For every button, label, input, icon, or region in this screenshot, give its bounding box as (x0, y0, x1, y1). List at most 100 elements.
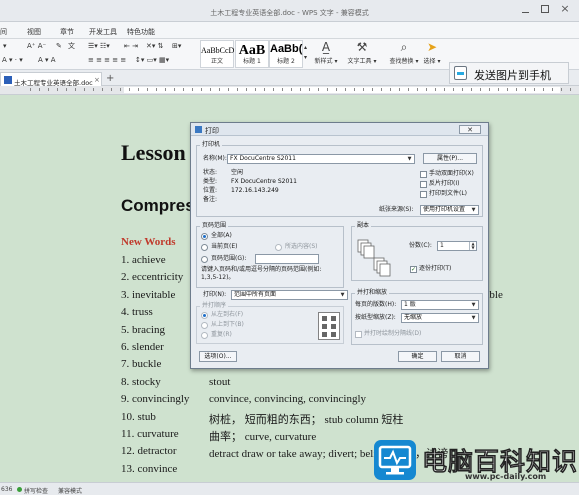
printer-properties-button[interactable]: 属性(P)... (423, 153, 477, 164)
horizontal-ruler[interactable] (0, 86, 579, 95)
left-to-right-radio[interactable] (201, 312, 208, 319)
tab-close-icon[interactable]: × (94, 76, 100, 84)
font-name-dropdown[interactable]: ▾ (3, 41, 7, 51)
watermark-url: www.pc-daily.com (465, 472, 547, 481)
all-pages-radio[interactable] (201, 233, 208, 240)
ruler-tick (507, 88, 508, 91)
menu-item-features[interactable]: 特色功能 (127, 27, 155, 37)
spell-check-icon (17, 487, 22, 492)
monitor-logo-icon (374, 440, 416, 480)
font-size-buttons[interactable]: A⁺ A⁻ (27, 41, 46, 51)
indent-icon[interactable]: ⇤ ⇥ (124, 41, 138, 51)
ruler-tick (480, 88, 481, 91)
page-range-hint: 请键入页码和/或用逗号分隔的页码范围(例如: (201, 266, 322, 273)
dialog-title-bar: 打印 ✕ (191, 123, 488, 136)
word-term: 13. convince (121, 462, 178, 475)
scale-value: 无缩放 (404, 314, 423, 321)
send-image-label: 发送图片到手机 (474, 69, 551, 82)
ruler-tick (93, 88, 94, 91)
font-color-icon[interactable]: A ▾ ⋅ ▾ (2, 55, 23, 65)
pages-per-sheet-select[interactable]: 1 版 ▼ (401, 300, 479, 310)
line-spacing-icon[interactable]: ↕▾ ▭▾ ▦▾ (135, 55, 169, 65)
bullet-list-icon[interactable]: ☰▾ ☷▾ (88, 41, 110, 51)
title-bar: 土木工程专业英语全部.doc - WPS 文字 - 兼容模式 × (0, 0, 579, 22)
collate-checkbox[interactable]: ✓ (410, 266, 417, 273)
location-value: 172.16.143.249 (231, 187, 279, 194)
document-tab[interactable]: 土木工程专业英语全部.doc × (0, 72, 102, 87)
word-term: 1. achieve (121, 254, 166, 266)
style-preset-heading1[interactable]: AaB 标题 1 (235, 40, 269, 68)
page-range-input[interactable] (255, 254, 319, 264)
chevron-down-icon: ▼ (469, 206, 478, 214)
draw-separator-checkbox[interactable] (355, 331, 362, 338)
ruler-tick (291, 88, 292, 91)
close-icon[interactable]: × (559, 3, 571, 15)
ruler-tick (138, 88, 139, 91)
status-label: 状态: (203, 169, 218, 176)
print-what-label: 打印(N): (203, 291, 227, 298)
align-buttons[interactable]: ≡ ≡ ≡ ≡ ≡ (88, 55, 126, 65)
location-label: 位置: (203, 187, 218, 194)
lesson-subtitle: Compres (121, 196, 195, 215)
copies-spinner[interactable]: 1 ▲ ▼ (437, 241, 477, 251)
find-replace-button[interactable]: ⌕ 查找替换 ▾ (387, 40, 421, 68)
left-to-right-label: 从左到右(F) (211, 311, 244, 318)
ruler-tick (372, 88, 373, 91)
print-what-select[interactable]: 范围中所有页面 ▼ (231, 290, 348, 300)
ok-button[interactable]: 确定 (398, 351, 437, 362)
paper-source-select[interactable]: 使用打印机设置 ▼ (420, 205, 479, 215)
ruler-tick (390, 88, 391, 91)
dialog-close-button[interactable]: ✕ (459, 125, 481, 134)
ruler-tick (444, 88, 445, 91)
print-dialog: 打印 ✕ 打印机 名称(M): FX DocuCentre S2011 ▼ 属性… (190, 122, 489, 369)
menu-item-chapter[interactable]: 章节 (60, 27, 74, 37)
options-button[interactable]: 选项(O)... (199, 351, 237, 362)
new-tab-button[interactable]: + (106, 73, 114, 84)
printer-name-select[interactable]: FX DocuCentre S2011 ▼ (227, 154, 415, 164)
maximize-icon[interactable] (541, 5, 549, 13)
dialog-title: 打印 (205, 127, 219, 135)
all-pages-label: 全部(A) (211, 232, 232, 239)
paragraph-mark-icon[interactable]: ⊞▾ (172, 41, 181, 51)
style-preset-normal[interactable]: AaBbCcD 正文 (200, 40, 234, 68)
page-range-radio[interactable] (201, 256, 208, 263)
style-name: 标题 1 (243, 58, 261, 65)
word-term: 7. buckle (121, 358, 162, 371)
char-border-icon[interactable]: A ▾ A (38, 55, 56, 65)
pinyin-icon[interactable]: 文 (68, 41, 75, 51)
print-to-file-checkbox[interactable] (420, 191, 427, 198)
new-style-button[interactable]: A̲ 新样式 ▾ (311, 40, 341, 68)
scale-select[interactable]: 无缩放 ▼ (401, 313, 479, 323)
selection-radio[interactable] (275, 244, 282, 251)
repeat-radio[interactable] (201, 332, 208, 339)
cancel-button[interactable]: 取消 (441, 351, 480, 362)
lesson-title: Lesson (121, 140, 186, 165)
select-label: 选择 ▾ (423, 58, 441, 65)
send-image-to-phone-button[interactable]: 发送图片到手机 (449, 62, 569, 84)
menu-item-insert[interactable]: 间 (0, 27, 7, 37)
text-tools-button[interactable]: ⚒ 文字工具 ▾ (345, 40, 379, 68)
reverse-print-checkbox[interactable] (420, 181, 427, 188)
style-preset-heading2[interactable]: AaBb( 标题 2 (269, 40, 303, 68)
ruler-tick (345, 88, 346, 91)
selection-label: 所选内容(S) (285, 243, 318, 250)
minimize-icon[interactable] (521, 6, 529, 14)
style-more-icon[interactable]: ▴ ▾ (304, 43, 307, 61)
new-style-label: 新样式 ▾ (314, 58, 338, 65)
spell-check-status[interactable]: 拼写检查 (24, 486, 48, 495)
spinner-arrows-icon[interactable]: ▲ ▼ (469, 242, 476, 250)
menu-item-developer[interactable]: 开发工具 (89, 27, 117, 37)
manual-duplex-checkbox[interactable] (420, 171, 427, 178)
clear-format-icon[interactable]: ✎ (56, 41, 62, 51)
ruler-tick (228, 88, 229, 91)
text-tools-icon: ⚒ (356, 40, 368, 54)
ruler-tick (453, 88, 454, 91)
select-button[interactable]: ➤ 选择 ▾ (421, 40, 443, 68)
ruler-tick (570, 88, 571, 91)
top-to-bottom-radio[interactable] (201, 322, 208, 329)
current-page-radio[interactable] (201, 244, 208, 251)
site-watermark: 电脑百科知识 www.pc-daily.com (360, 428, 579, 495)
menu-item-view[interactable]: 视图 (27, 27, 41, 37)
sort-icon[interactable]: ✕▾ ⇅ (146, 41, 163, 51)
repeat-label: 重复(R) (211, 331, 232, 338)
